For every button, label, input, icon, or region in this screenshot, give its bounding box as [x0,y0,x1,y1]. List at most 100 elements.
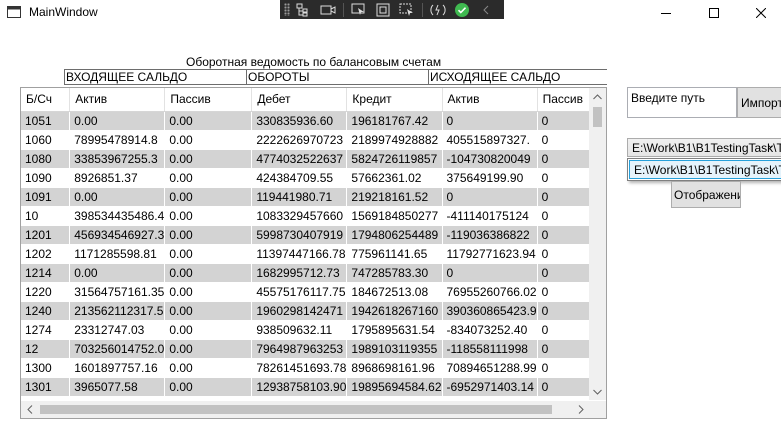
cell-opening-passive[interactable]: 0.00 [164,225,253,245]
cell-closing-active[interactable]: 0 [442,263,538,283]
cell-debit[interactable]: 424384709.55 [251,168,348,188]
cell-debit[interactable]: 12938758103.90 [251,377,348,397]
cell-account[interactable]: 1060 [21,130,71,150]
live-visual-tree-icon[interactable] [292,0,316,19]
scroll-left-icon[interactable] [21,401,38,418]
path-input[interactable]: Введите путь [627,87,737,118]
cell-credit[interactable]: 775961141.65 [346,244,443,264]
table-row[interactable]: 1080 33853967255.3 0.00 4774032522637 582472… [21,149,606,169]
cell-debit[interactable]: 5998730407919 [251,225,348,245]
cell-debit[interactable]: 1083329457660 [251,206,348,226]
cell-debit[interactable]: 45575176117.75 [251,282,348,302]
cell-credit[interactable]: 196181767.42 [346,111,443,131]
cell-credit[interactable]: 8968698161.96 [346,358,443,378]
cell-opening-active[interactable]: 33853967255.3 [69,149,166,169]
cell-credit[interactable]: 1795895631.54 [346,320,443,340]
cell-account[interactable]: 1214 [21,263,71,283]
column-header-debit[interactable]: Дебет [251,88,348,112]
table-row[interactable]: 1090 8926851.37 0.00 424384709.55 57662361.0… [21,168,606,188]
cell-closing-active[interactable]: -834073252.40 [442,320,538,340]
cell-credit[interactable]: 57662361.02 [346,168,443,188]
select-element-icon[interactable] [347,0,371,19]
cell-closing-active[interactable]: 70894651288.99 [442,358,538,378]
table-row[interactable]: 1240 213562112317.5 0.00 1960298142471 19426… [21,301,606,321]
cell-opening-active[interactable]: 1171285598.81 [69,244,166,264]
cell-account[interactable]: 1201 [21,225,71,245]
cell-closing-active[interactable]: 0 [442,111,538,131]
cell-debit[interactable]: 78261451693.78 [251,358,348,378]
table-row[interactable]: 1202 1171285598.81 0.00 11397447166.78 77596… [21,244,606,264]
cell-credit[interactable]: 1942618267160 [346,301,443,321]
cell-debit[interactable]: 1960298142471 [251,301,348,321]
cell-closing-active[interactable]: 375649199.90 [442,168,538,188]
cell-opening-active[interactable]: 78995478914.8 [69,130,166,150]
cell-account[interactable]: 1301 [21,377,71,397]
cell-credit[interactable]: 19895694584.62 [346,377,443,397]
table-row[interactable]: 1274 23312747.03 0.00 938509632.11 179589563… [21,320,606,340]
cell-opening-passive[interactable]: 0.00 [164,339,253,359]
cell-account[interactable]: 1300 [21,358,71,378]
table-row[interactable]: 1300 1601897757.16 0.00 78261451693.78 89686… [21,358,606,378]
cell-opening-passive[interactable]: 0.00 [164,320,253,340]
column-header-account[interactable]: Б/Сч [21,88,71,112]
cell-debit[interactable]: 11397447166.78 [251,244,348,264]
cell-account[interactable]: 1202 [21,244,71,264]
cell-opening-active[interactable]: 0.00 [69,111,166,131]
cell-credit[interactable]: 184672513.08 [346,282,443,302]
cell-opening-active[interactable]: 31564757161.35 [69,282,166,302]
cell-opening-passive[interactable]: 0.00 [164,301,253,321]
table-row[interactable]: 1214 0.00 0.00 1682995712.73 747285783.30 0 0 [21,263,606,283]
cell-opening-active[interactable]: 0.00 [69,187,166,207]
cell-closing-active[interactable]: 76955260766.02 [442,282,538,302]
cell-closing-active[interactable]: -118558111998 [442,339,538,359]
minimize-button[interactable] [643,0,689,26]
cell-account[interactable]: 1220 [21,282,71,302]
vertical-scrollbar[interactable] [589,88,606,400]
cell-debit[interactable]: 7964987963253 [251,339,348,359]
column-header-credit[interactable]: Кредит [346,88,443,112]
cell-opening-active[interactable]: 3965077.58 [69,377,166,397]
table-row[interactable]: 10 398534435486.4 0.00 1083329457660 1569184… [21,206,606,226]
cell-opening-active[interactable]: 23312747.03 [69,320,166,340]
cell-credit[interactable]: 1794806254489 [346,225,443,245]
cell-closing-active[interactable]: -6952971403.14 [442,377,538,397]
horizontal-scrollbar[interactable] [21,401,589,418]
cell-opening-active[interactable]: 398534435486.4 [69,206,166,226]
cell-account[interactable]: 1051 [21,111,71,131]
balance-data-grid[interactable]: Б/Сч Актив Пассив Дебет Кредит Актив Пас… [20,87,607,419]
cell-credit[interactable]: 747285783.30 [346,263,443,283]
cell-account[interactable]: 12 [21,339,71,359]
cell-account[interactable]: 1274 [21,320,71,340]
cell-opening-passive[interactable]: 0.00 [164,263,253,283]
cell-debit[interactable]: 330835936.60 [251,111,348,131]
table-row[interactable]: 1201 456934546927.3 0.00 5998730407919 17948… [21,225,606,245]
cell-account[interactable]: 1240 [21,301,71,321]
cell-opening-passive[interactable]: 0.00 [164,187,253,207]
table-row[interactable]: 12 703256014752.0 0.00 7964987963253 1989103… [21,339,606,359]
file-combobox[interactable]: E:\Work\B1\B1TestingTask\Ta ⌄ [627,138,781,157]
hot-reload-icon[interactable] [426,0,450,19]
cell-debit[interactable]: 938509632.11 [251,320,348,340]
scroll-up-icon[interactable] [589,88,606,105]
table-row[interactable]: 1060 78995478914.8 0.00 2222626970723 218997… [21,130,606,150]
cell-opening-passive[interactable]: 0.00 [164,377,253,397]
cell-opening-active[interactable]: 213562112317.5 [69,301,166,321]
cell-account[interactable]: 1090 [21,168,71,188]
cell-debit[interactable]: 4774032522637 [251,149,348,169]
scroll-right-icon[interactable] [572,401,589,418]
cell-debit[interactable]: 119441980.71 [251,187,348,207]
cell-debit[interactable]: 2222626970723 [251,130,348,150]
cell-closing-active[interactable]: 0 [442,187,538,207]
cell-account[interactable]: 1080 [21,149,71,169]
cell-debit[interactable]: 1682995712.73 [251,263,348,283]
cell-opening-passive[interactable]: 0.00 [164,111,253,131]
cell-opening-active[interactable]: 703256014752.0 [69,339,166,359]
cell-opening-passive[interactable]: 0.00 [164,149,253,169]
cell-account[interactable]: 1091 [21,187,71,207]
maximize-button[interactable] [691,0,737,26]
collapse-chevron-icon[interactable] [474,0,498,19]
track-focus-icon[interactable] [395,0,419,19]
show-button[interactable]: Отображение [671,181,741,208]
horizontal-scroll-thumb[interactable] [40,405,552,414]
cell-credit[interactable]: 219218161.52 [346,187,443,207]
